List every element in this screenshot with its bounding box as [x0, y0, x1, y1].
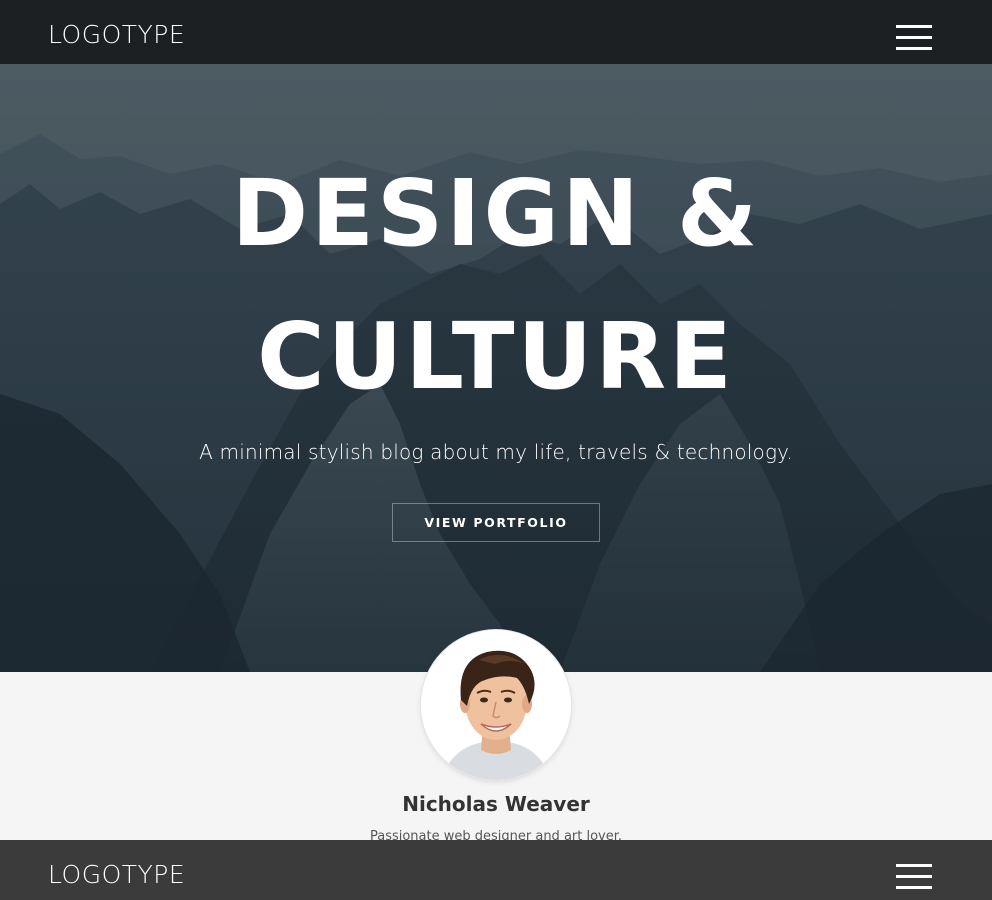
portrait-image	[421, 630, 571, 780]
hero-title: DESIGN & CULTURE	[96, 142, 896, 428]
logo-link[interactable]: LOGOTYPE	[48, 18, 185, 52]
menu-bar	[896, 36, 932, 39]
sticky-hamburger-menu-icon[interactable]	[896, 864, 932, 890]
menu-bar	[896, 864, 932, 867]
profile-name: Nicholas Weaver	[402, 792, 590, 816]
hero-title-line-1: DESIGN &	[231, 160, 761, 267]
menu-bar	[896, 25, 932, 28]
menu-bar	[896, 875, 932, 878]
view-portfolio-button[interactable]: VIEW PORTFOLIO	[392, 503, 600, 542]
menu-bar	[896, 886, 932, 889]
hero-subtitle: A minimal stylish blog about my life, tr…	[199, 440, 793, 464]
sticky-logo-link[interactable]: LOGOTYPE	[48, 858, 185, 892]
top-navbar: LOGOTYPE	[0, 0, 992, 64]
avatar[interactable]	[421, 630, 571, 780]
hero-title-line-2: CULTURE	[257, 303, 735, 410]
sticky-navbar: LOGOTYPE	[0, 840, 992, 900]
page: LOGOTYPE DESIGN & CULTURE A minimal styl…	[0, 0, 992, 900]
hero-section: DESIGN & CULTURE A minimal stylish blog …	[0, 64, 992, 672]
menu-bar	[896, 47, 932, 50]
hamburger-menu-icon[interactable]	[896, 25, 932, 51]
